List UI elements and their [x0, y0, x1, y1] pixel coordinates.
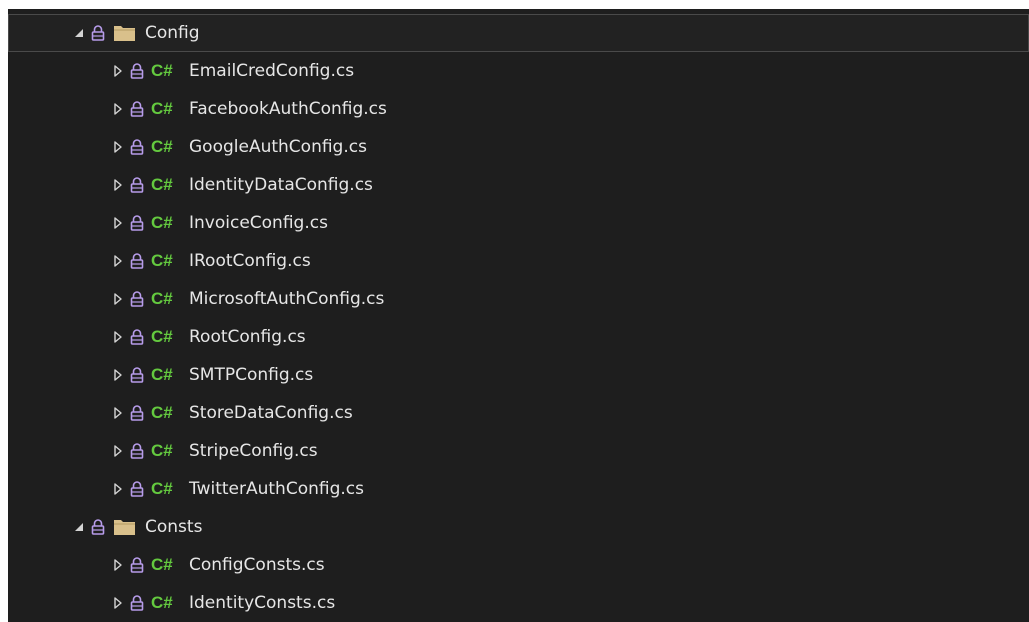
lock-icon — [130, 405, 144, 421]
tree-file-item[interactable]: C# IdentityDataConfig.cs — [8, 166, 1029, 204]
lock-icon — [130, 329, 144, 345]
lock-icon — [130, 481, 144, 497]
tree-file-item[interactable]: C# GoogleAuthConfig.cs — [8, 128, 1029, 166]
csharp-file-icon: C# — [151, 441, 173, 460]
collapse-arrow-icon[interactable] — [109, 594, 127, 612]
file-label: EmailCredConfig.cs — [189, 61, 355, 81]
solution-tree: Config C# EmailCredConfig.cs C# FacebookAuth… — [8, 14, 1029, 622]
file-label: StoreDataConfig.cs — [189, 403, 353, 423]
csharp-file-icon: C# — [151, 593, 173, 612]
csharp-file-icon: C# — [151, 137, 173, 156]
file-label: IdentityConsts.cs — [189, 593, 336, 613]
collapse-arrow-icon[interactable] — [109, 290, 127, 308]
lock-icon — [91, 519, 105, 535]
lock-icon — [130, 215, 144, 231]
tree-folder-consts[interactable]: Consts — [8, 508, 1029, 546]
tree-file-item[interactable]: C# EmailCredConfig.cs — [8, 52, 1029, 90]
tree-file-item[interactable]: C# StoreDataConfig.cs — [8, 394, 1029, 432]
tree-file-item[interactable]: C# IdentityConsts.cs — [8, 584, 1029, 622]
file-label: IdentityDataConfig.cs — [189, 175, 373, 195]
lock-icon — [130, 101, 144, 117]
lock-icon — [130, 63, 144, 79]
collapse-arrow-icon[interactable] — [109, 366, 127, 384]
folder-icon — [113, 518, 136, 536]
lock-icon — [130, 595, 144, 611]
file-label: ConfigConsts.cs — [189, 555, 325, 575]
file-label: MicrosoftAuthConfig.cs — [189, 289, 385, 309]
folder-label: Config — [145, 23, 200, 43]
csharp-file-icon: C# — [151, 479, 173, 498]
csharp-file-icon: C# — [151, 251, 173, 270]
lock-icon — [91, 25, 105, 41]
file-label: RootConfig.cs — [189, 327, 306, 347]
collapse-arrow-icon[interactable] — [109, 176, 127, 194]
file-label: TwitterAuthConfig.cs — [189, 479, 364, 499]
collapse-arrow-icon[interactable] — [109, 138, 127, 156]
collapse-arrow-icon[interactable] — [109, 404, 127, 422]
csharp-file-icon: C# — [151, 327, 173, 346]
lock-icon — [130, 443, 144, 459]
tree-folder-config[interactable]: Config — [8, 14, 1029, 52]
collapse-arrow-icon[interactable] — [109, 442, 127, 460]
lock-icon — [130, 367, 144, 383]
solution-explorer-panel: Config C# EmailCredConfig.cs C# FacebookAuth… — [8, 9, 1029, 622]
tree-file-item[interactable]: C# RootConfig.cs — [8, 318, 1029, 356]
csharp-file-icon: C# — [151, 403, 173, 422]
tree-file-item[interactable]: C# IRootConfig.cs — [8, 242, 1029, 280]
tree-file-item[interactable]: C# TwitterAuthConfig.cs — [8, 470, 1029, 508]
tree-file-item[interactable]: C# InvoiceConfig.cs — [8, 204, 1029, 242]
csharp-file-icon: C# — [151, 365, 173, 384]
file-label: InvoiceConfig.cs — [189, 213, 328, 233]
lock-icon — [130, 291, 144, 307]
csharp-file-icon: C# — [151, 555, 173, 574]
lock-icon — [130, 253, 144, 269]
tree-file-item[interactable]: C# ConfigConsts.cs — [8, 546, 1029, 584]
collapse-arrow-icon[interactable] — [109, 214, 127, 232]
file-label: SMTPConfig.cs — [189, 365, 314, 385]
folder-label: Consts — [145, 517, 203, 537]
lock-icon — [130, 139, 144, 155]
file-label: FacebookAuthConfig.cs — [189, 99, 387, 119]
collapse-arrow-icon[interactable] — [109, 556, 127, 574]
tree-file-item[interactable]: C# SMTPConfig.cs — [8, 356, 1029, 394]
collapse-arrow-icon[interactable] — [109, 100, 127, 118]
csharp-file-icon: C# — [151, 99, 173, 118]
tree-file-item[interactable]: C# StripeConfig.cs — [8, 432, 1029, 470]
expand-arrow-icon[interactable] — [70, 518, 88, 536]
lock-icon — [130, 557, 144, 573]
file-label: IRootConfig.cs — [189, 251, 311, 271]
collapse-arrow-icon[interactable] — [109, 480, 127, 498]
expand-arrow-icon[interactable] — [70, 24, 88, 42]
csharp-file-icon: C# — [151, 61, 173, 80]
collapse-arrow-icon[interactable] — [109, 252, 127, 270]
file-label: GoogleAuthConfig.cs — [189, 137, 367, 157]
tree-file-item[interactable]: C# FacebookAuthConfig.cs — [8, 90, 1029, 128]
tree-file-item[interactable]: C# MicrosoftAuthConfig.cs — [8, 280, 1029, 318]
collapse-arrow-icon[interactable] — [109, 328, 127, 346]
file-label: StripeConfig.cs — [189, 441, 318, 461]
csharp-file-icon: C# — [151, 213, 173, 232]
folder-icon — [113, 24, 136, 42]
lock-icon — [130, 177, 144, 193]
collapse-arrow-icon[interactable] — [109, 62, 127, 80]
csharp-file-icon: C# — [151, 289, 173, 308]
csharp-file-icon: C# — [151, 175, 173, 194]
